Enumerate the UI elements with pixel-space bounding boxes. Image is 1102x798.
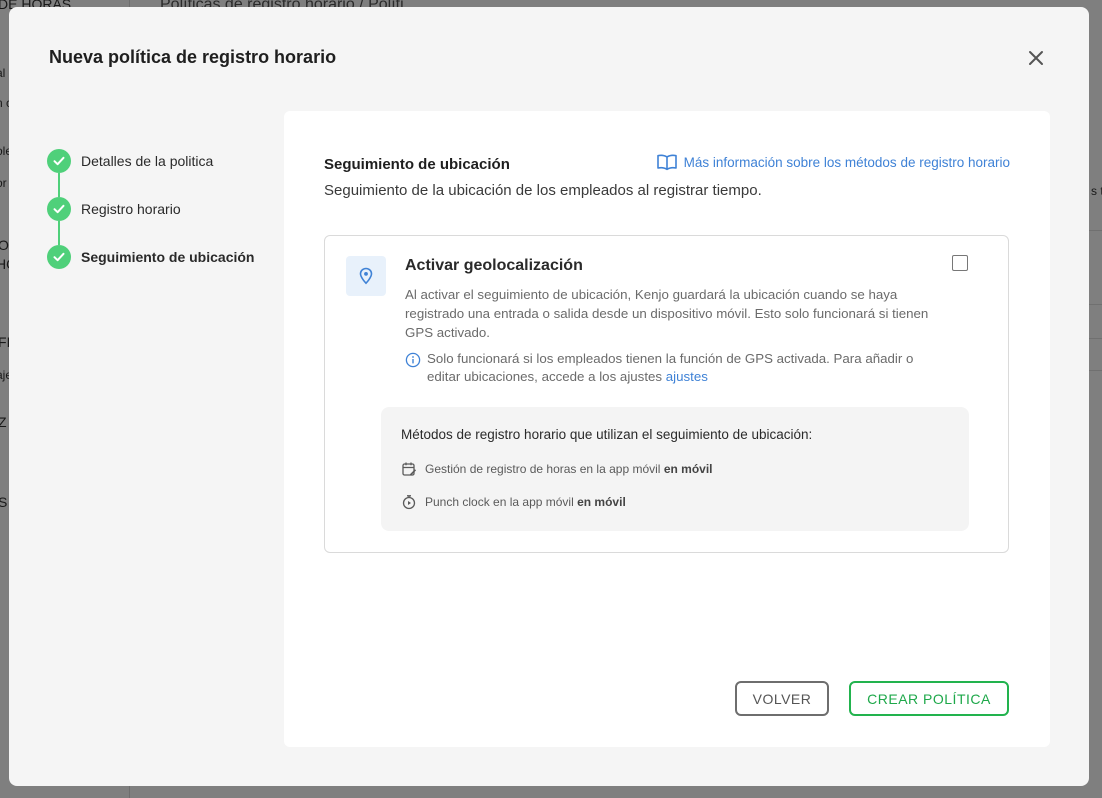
stopwatch-icon (402, 495, 416, 510)
tracking-methods-box: Métodos de registro horario que utilizan… (381, 407, 969, 531)
location-tracking-card: Seguimiento de ubicación Más información… (284, 111, 1050, 747)
geolocation-panel: Activar geolocalización Al activar el se… (324, 235, 1009, 553)
settings-link[interactable]: ajustes (666, 369, 708, 384)
close-icon (1029, 51, 1043, 65)
step-policy-details[interactable]: Detalles de la politica (47, 149, 213, 173)
more-info-link[interactable]: Más información sobre los métodos de reg… (656, 153, 1010, 171)
geolocation-description: Al activar el seguimiento de ubicación, … (405, 287, 929, 340)
check-icon (47, 197, 71, 221)
gps-note: Solo funcionará si los empleados tienen … (405, 350, 945, 386)
check-icon (47, 149, 71, 173)
back-button[interactable]: VOLVER (735, 681, 829, 716)
method-tag: en móvil (663, 462, 713, 476)
more-info-link-label: Más información sobre los métodos de reg… (683, 154, 1010, 170)
methods-title: Métodos de registro horario que utilizan… (401, 427, 813, 442)
method-item-timesheet: Gestión de registro de horas en la app m… (401, 461, 713, 477)
stepper-connector (58, 221, 60, 245)
location-pin-icon (346, 256, 386, 296)
step-label: Registro horario (81, 201, 181, 217)
method-item-punch-clock: Punch clock en la app móvil en móvil (401, 494, 626, 510)
method-label: Gestión de registro de horas en la app m… (425, 462, 661, 476)
geolocation-title: Activar geolocalización (405, 257, 583, 274)
step-label: Seguimiento de ubicación (81, 249, 255, 265)
section-subtitle: Seguimiento de la ubicación de los emple… (324, 182, 762, 199)
step-label: Detalles de la politica (81, 153, 214, 169)
step-time-tracking[interactable]: Registro horario (47, 197, 181, 221)
new-policy-modal: Nueva política de registro horario Detal… (9, 7, 1089, 786)
stepper-connector (58, 173, 60, 197)
method-tag: en móvil (577, 495, 626, 509)
method-label: Punch clock en la app móvil (425, 495, 574, 509)
calendar-edit-icon (402, 462, 417, 476)
geolocation-checkbox[interactable] (952, 255, 968, 271)
step-location-tracking[interactable]: Seguimiento de ubicación (47, 245, 254, 269)
modal-title: Nueva política de registro horario (49, 47, 337, 67)
section-title: Seguimiento de ubicación (324, 156, 510, 173)
close-button[interactable] (1025, 47, 1047, 69)
check-icon (47, 245, 71, 269)
info-icon (405, 352, 421, 368)
create-policy-button[interactable]: CREAR POLÍTICA (849, 681, 1009, 716)
open-book-icon (656, 154, 677, 171)
